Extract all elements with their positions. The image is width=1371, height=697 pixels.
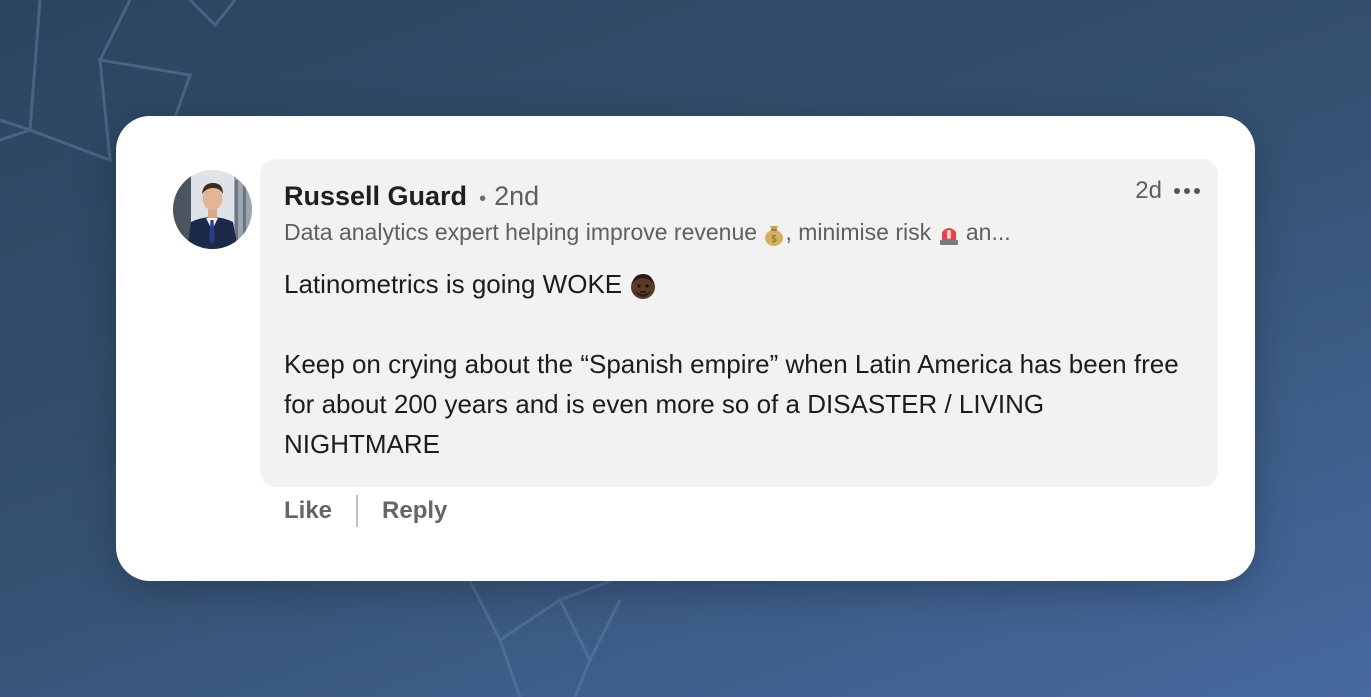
more-options-icon[interactable]	[1174, 184, 1200, 198]
avatar[interactable]	[173, 170, 252, 249]
actions-divider	[356, 495, 359, 527]
comment-paragraph-2: Keep on crying about the “Spanish empire…	[284, 349, 1179, 459]
comment-text: Latinometrics is going WOKE Keep on cryi…	[284, 264, 1184, 464]
author-row: Russell Guard • 2nd	[284, 181, 539, 213]
timestamp: 2d	[1135, 177, 1162, 204]
headline-text-1: Data analytics expert helping improve re…	[284, 219, 758, 245]
comment-meta: 2d	[1135, 177, 1200, 205]
money-bag-icon: $	[765, 225, 784, 246]
headline-text-2: , minimise risk	[785, 219, 932, 245]
connection-degree: 2nd	[494, 181, 540, 211]
headline-text-3: an...	[965, 219, 1011, 245]
like-button[interactable]: Like	[284, 497, 332, 525]
reply-button[interactable]: Reply	[382, 497, 447, 525]
comment-line-1: Latinometrics is going WOKE	[284, 264, 1184, 304]
comment-first-line: Latinometrics is going WOKE	[284, 269, 623, 299]
profile-photo-icon	[173, 170, 252, 249]
separator-dot: •	[479, 188, 487, 210]
siren-icon	[939, 227, 958, 245]
person-face-icon	[631, 274, 656, 300]
svg-text:$: $	[771, 234, 777, 245]
author-headline: Data analytics expert helping improve re…	[284, 219, 1104, 246]
comment-card: Russell Guard • 2nd 2d Data analytics ex…	[116, 116, 1255, 581]
comment-actions: Like Reply	[284, 494, 447, 528]
author-name[interactable]: Russell Guard	[284, 181, 467, 212]
comment-bubble: Russell Guard • 2nd 2d Data analytics ex…	[260, 159, 1218, 487]
